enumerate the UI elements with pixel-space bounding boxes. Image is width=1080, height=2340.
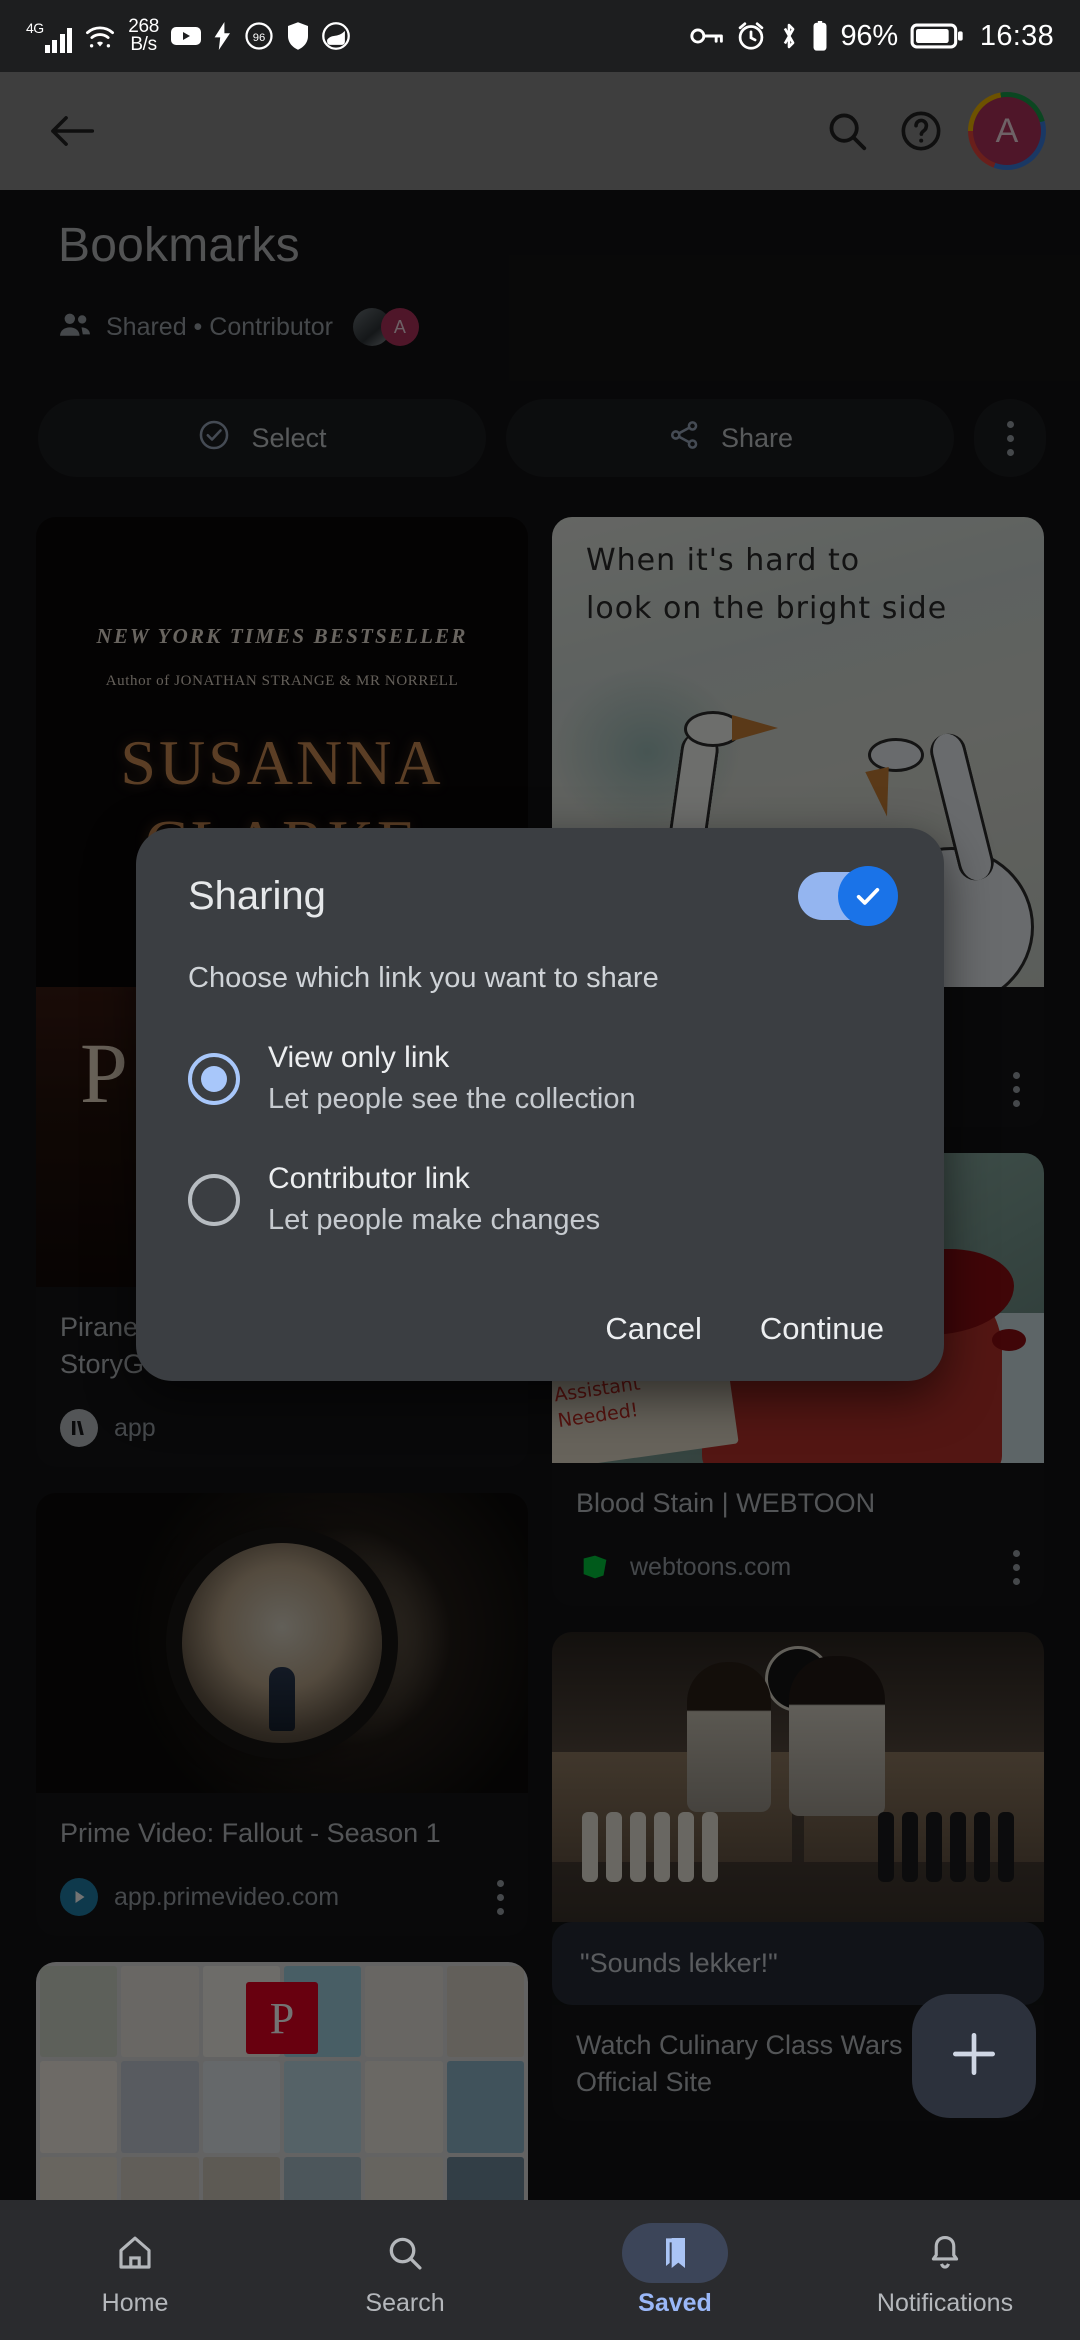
toggle-knob [838, 866, 898, 926]
home-icon [82, 2223, 188, 2283]
battery-small-icon [812, 21, 828, 51]
plus-icon [946, 2026, 1002, 2087]
svg-text:96: 96 [253, 32, 266, 44]
bottom-navigation: Home Search Saved Notifications [0, 2200, 1080, 2340]
status-bar: 4G 268 B/s 96 96% 16:38 [0, 0, 1080, 72]
cancel-button[interactable]: Cancel [605, 1311, 702, 1347]
battery-icon [910, 22, 964, 50]
youtube-icon [170, 24, 202, 48]
data-badge-icon: 96 [244, 21, 274, 51]
status-bar-right: 96% 16:38 [690, 20, 1054, 53]
nav-label-home: Home [101, 2288, 169, 2317]
nav-item-search[interactable]: Search [270, 2223, 540, 2318]
check-icon [856, 888, 880, 905]
sharing-toggle[interactable] [798, 866, 898, 926]
signal-icon: 4G [26, 19, 73, 53]
clock-label: 16:38 [979, 19, 1054, 52]
dialog-header: Sharing [188, 866, 898, 926]
sharing-dialog: Sharing Choose which link you want to sh… [136, 828, 944, 1381]
option-text: Contributor link Let people make changes [268, 1162, 600, 1237]
app-icon [322, 22, 350, 50]
net-speed-icon: 268 B/s [128, 17, 159, 55]
bluetooth-icon [778, 21, 800, 51]
option-text: View only link Let people see the collec… [268, 1041, 636, 1116]
nav-item-saved[interactable]: Saved [540, 2222, 810, 2318]
net-speed-unit: B/s [130, 34, 157, 55]
nav-item-notifications[interactable]: Notifications [810, 2223, 1080, 2318]
option-description: Let people see the collection [268, 1083, 636, 1115]
dialog-actions: Cancel Continue [188, 1311, 892, 1347]
nav-label-search: Search [365, 2288, 445, 2317]
search-icon [352, 2223, 458, 2283]
battery-percent-label: 96% [840, 19, 898, 52]
continue-button[interactable]: Continue [760, 1311, 884, 1347]
dialog-title: Sharing [188, 873, 326, 918]
bookmark-icon [622, 2222, 728, 2283]
radio-unselected-icon[interactable] [188, 1173, 240, 1226]
radio-option-contributor[interactable]: Contributor link Let people make changes [188, 1162, 892, 1237]
status-bar-left: 4G 268 B/s 96 [26, 17, 350, 55]
charging-bolt-icon [213, 22, 233, 50]
nav-label-saved: Saved [638, 2288, 712, 2317]
dialog-subtitle: Choose which link you want to share [188, 962, 659, 994]
radio-selected-icon[interactable] [188, 1052, 240, 1105]
nav-item-home[interactable]: Home [0, 2223, 270, 2318]
radio-option-view-only[interactable]: View only link Let people see the collec… [188, 1041, 892, 1116]
vpn-key-icon [690, 24, 724, 48]
bell-icon [892, 2223, 998, 2283]
wifi-icon [83, 22, 117, 50]
option-title: Contributor link [268, 1162, 470, 1195]
option-description: Let people make changes [268, 1204, 601, 1236]
add-bookmark-fab[interactable] [912, 1994, 1036, 2118]
alarm-icon [736, 21, 766, 51]
option-title: View only link [268, 1041, 450, 1074]
shield-icon [285, 21, 311, 51]
network-type-label: 4G [26, 20, 44, 36]
nav-label-notifications: Notifications [876, 2288, 1014, 2317]
